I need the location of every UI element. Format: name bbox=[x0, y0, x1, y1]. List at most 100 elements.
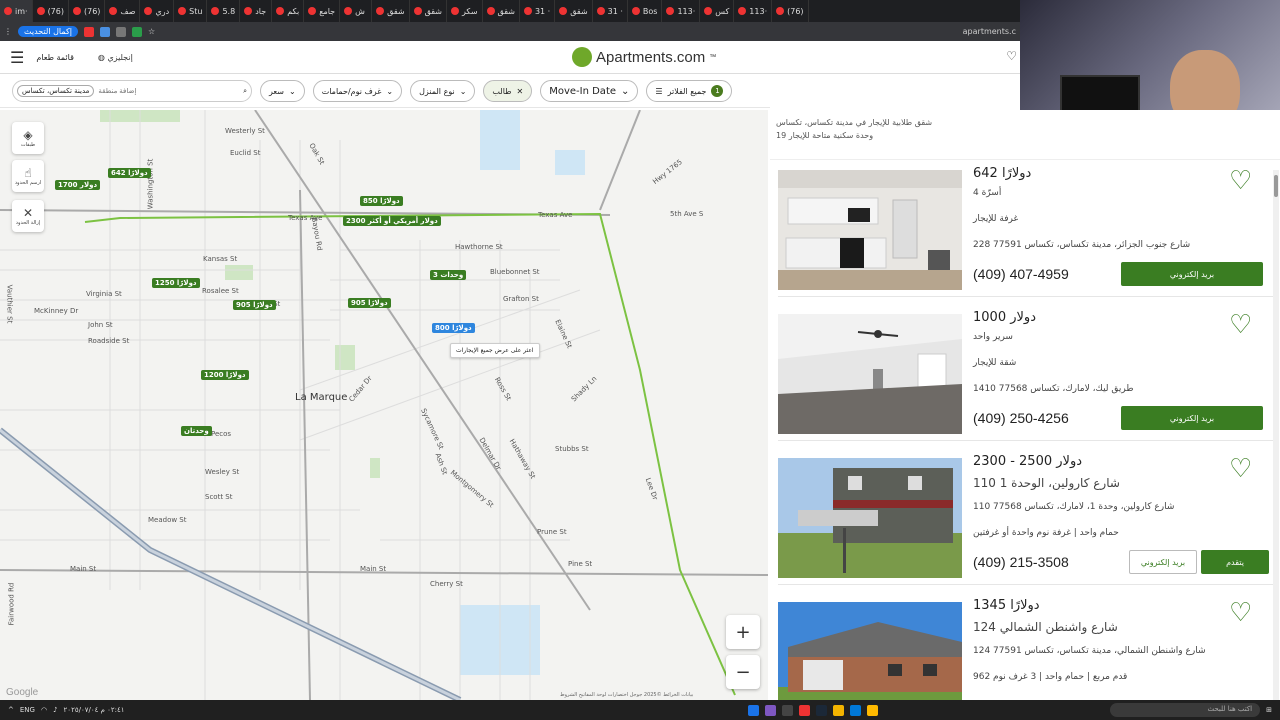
browser-tab[interactable]: 113· bbox=[662, 0, 701, 22]
taskbar-app-icon[interactable] bbox=[781, 704, 793, 716]
results-scrollbar-thumb[interactable] bbox=[1274, 175, 1278, 197]
student-filter[interactable]: طالب ✕ bbox=[483, 80, 533, 102]
taskbar-app-icon[interactable] bbox=[731, 705, 742, 716]
more-icon[interactable]: ⋮ bbox=[4, 27, 12, 36]
price-pin[interactable]: 905 دولارًا bbox=[348, 298, 391, 308]
listing-card[interactable]: 1000 دولار سرير واحد شقة للإيجار 1410 طر… bbox=[778, 306, 1276, 441]
price-pin[interactable]: 1200 دولارًا bbox=[201, 370, 249, 380]
clock[interactable]: ٠٢:٤١ م ٢٠٢٥/٠٧/٠٤ bbox=[64, 706, 125, 714]
map-layers-button[interactable]: ◈ طبقات bbox=[12, 122, 44, 154]
move-in-date-filter[interactable]: Move-In Date ⌄ bbox=[540, 80, 639, 102]
address-url[interactable]: apartments.c bbox=[963, 27, 1016, 36]
listing-phone[interactable]: (409) 407-4959 bbox=[973, 266, 1069, 282]
taskbar-app-icon[interactable] bbox=[764, 704, 776, 716]
listing-price[interactable]: 2300 - 2500 دولار bbox=[973, 454, 1082, 469]
extension-icon[interactable] bbox=[131, 26, 142, 37]
taskbar-app-icon[interactable] bbox=[849, 704, 861, 716]
price-pin[interactable]: 3 وحدات bbox=[430, 270, 467, 280]
listing-price[interactable]: 642 دولارًا bbox=[973, 166, 1031, 181]
price-filter[interactable]: سعر ⌄ bbox=[260, 80, 305, 102]
browser-tab[interactable]: كس bbox=[700, 0, 735, 22]
email-button[interactable]: بريد إلكتروني bbox=[1121, 406, 1263, 430]
close-icon[interactable]: ✕ bbox=[517, 87, 524, 96]
browser-tab[interactable]: جامع bbox=[304, 0, 341, 22]
taskbar-app-icon[interactable] bbox=[747, 704, 759, 716]
draw-boundary-button[interactable]: ☝ ارسم الحدود bbox=[12, 160, 44, 192]
windows-start-icon[interactable]: ⊞ bbox=[1266, 706, 1272, 714]
browser-tab[interactable]: 31 · bbox=[593, 0, 628, 22]
remove-boundary-button[interactable]: ✕ إزالة الحدود bbox=[12, 200, 44, 232]
hamburger-menu-icon[interactable]: ☰ bbox=[10, 48, 24, 67]
taskbar-app-icon[interactable] bbox=[815, 704, 827, 716]
map-tooltip[interactable]: اعثر على عرض جميع الإيجارات bbox=[450, 343, 540, 358]
favorite-heart-icon[interactable]: ♡ bbox=[1229, 310, 1252, 340]
browser-tab[interactable]: 113· bbox=[734, 0, 773, 22]
listing-phone[interactable]: (409) 215-3508 bbox=[973, 554, 1069, 570]
taskbar-folder-icon[interactable] bbox=[866, 704, 878, 716]
extension-icon[interactable] bbox=[115, 26, 126, 37]
menu-label[interactable]: قائمة طعام bbox=[36, 53, 74, 62]
price-pin[interactable]: 905 دولارًا bbox=[233, 300, 276, 310]
browser-tab[interactable]: (76) bbox=[69, 0, 106, 22]
browser-tab[interactable]: im· bbox=[0, 0, 33, 22]
browser-tab[interactable]: 5.8 bbox=[207, 0, 241, 22]
listing-photo[interactable] bbox=[778, 170, 962, 290]
listing-photo[interactable] bbox=[778, 314, 962, 434]
browser-tab[interactable]: Bos bbox=[628, 0, 663, 22]
price-pin[interactable]: 1250 دولارًا bbox=[152, 278, 200, 288]
listing-photo[interactable] bbox=[778, 458, 962, 578]
map-area[interactable]: Hwy 1765 5th Ave S Texas Ave Texas Ave W… bbox=[0, 110, 768, 700]
system-tray-chevron-icon[interactable]: ^ bbox=[8, 706, 14, 714]
all-filters-button[interactable]: ☰ جميع الفلاتر 1 bbox=[646, 80, 733, 102]
price-pin[interactable]: 850 دولارًا bbox=[360, 196, 403, 206]
browser-tab[interactable]: شقق bbox=[483, 0, 520, 22]
listing-card[interactable]: 2300 - 2500 دولار 110 شارع كارولين، الوح… bbox=[778, 450, 1276, 585]
browser-tab[interactable]: 31 · bbox=[520, 0, 556, 22]
location-chip[interactable]: مدينة تكساس، تكساس bbox=[17, 85, 95, 97]
browser-tab[interactable]: (76) bbox=[772, 0, 809, 22]
price-pin[interactable]: 642 دولارًا bbox=[108, 168, 151, 178]
browser-tab[interactable]: Stu bbox=[174, 0, 208, 22]
zoom-in-button[interactable]: + bbox=[726, 615, 760, 649]
listing-photo[interactable] bbox=[778, 602, 962, 700]
update-browser-button[interactable]: إكمال التحديث bbox=[18, 26, 78, 37]
taskbar-search[interactable]: اكتب هنا للبحث bbox=[1110, 703, 1261, 717]
email-button[interactable]: بريد إلكتروني bbox=[1121, 262, 1263, 286]
browser-tab[interactable]: (76) bbox=[33, 0, 69, 22]
price-pin[interactable]: وحدتان bbox=[181, 426, 212, 436]
map-attribution[interactable]: بيانات الخرائط ©2025 جوجل اختصارات لوحة … bbox=[560, 692, 693, 698]
location-search-box[interactable]: مدينة تكساس، تكساس ⌕ bbox=[12, 80, 252, 102]
price-pin[interactable]: 1700 دولار bbox=[55, 180, 101, 190]
browser-tab[interactable]: شقق bbox=[555, 0, 593, 22]
taskbar-chrome-icon[interactable] bbox=[832, 704, 844, 716]
price-pin[interactable]: 2300 دولار أمريكي أو أكثر bbox=[343, 216, 441, 226]
search-icon[interactable]: ⌕ bbox=[243, 87, 247, 96]
zoom-out-button[interactable]: − bbox=[726, 655, 760, 689]
browser-tab[interactable]: سكر bbox=[447, 0, 483, 22]
apply-button[interactable]: يتقدم bbox=[1201, 550, 1269, 574]
browser-tab[interactable]: بكم bbox=[272, 0, 305, 22]
browser-tab[interactable]: صف bbox=[105, 0, 141, 22]
listing-price[interactable]: 1000 دولار bbox=[973, 310, 1036, 325]
taskbar-app-icon[interactable] bbox=[798, 704, 810, 716]
listing-price[interactable]: 1345 دولارًا bbox=[973, 598, 1040, 613]
listing-card[interactable]: 642 دولارًا 4 أسرّة غرفة للإيجار 228 شار… bbox=[778, 162, 1276, 297]
browser-tab[interactable]: دري bbox=[140, 0, 175, 22]
home-type-filter[interactable]: نوع المنزل ⌄ bbox=[410, 80, 476, 102]
extension-icon[interactable] bbox=[99, 26, 110, 37]
browser-tab[interactable]: شقق bbox=[410, 0, 447, 22]
language-selector[interactable]: ◍ إنجليزي bbox=[98, 53, 133, 62]
email-button[interactable]: بريد إلكتروني bbox=[1129, 550, 1197, 574]
listing-card[interactable]: 1345 دولارًا 124 شارع واشنطن الشمالي 124… bbox=[778, 594, 1276, 700]
favorites-heart-icon[interactable]: ♡ bbox=[1006, 49, 1017, 63]
listing-phone[interactable]: (409) 250-4256 bbox=[973, 410, 1069, 426]
browser-tab[interactable]: ش bbox=[340, 0, 373, 22]
site-logo[interactable]: Apartments.com ™ bbox=[572, 47, 716, 67]
favorite-heart-icon[interactable]: ♡ bbox=[1229, 598, 1252, 628]
browser-tab[interactable]: شقق bbox=[372, 0, 410, 22]
extension-icon[interactable] bbox=[83, 26, 94, 37]
browser-tab[interactable]: جاد bbox=[240, 0, 273, 22]
location-search-input[interactable] bbox=[98, 87, 240, 95]
wifi-icon[interactable]: ◠ bbox=[41, 706, 47, 714]
volume-icon[interactable]: ♪ bbox=[53, 706, 57, 714]
